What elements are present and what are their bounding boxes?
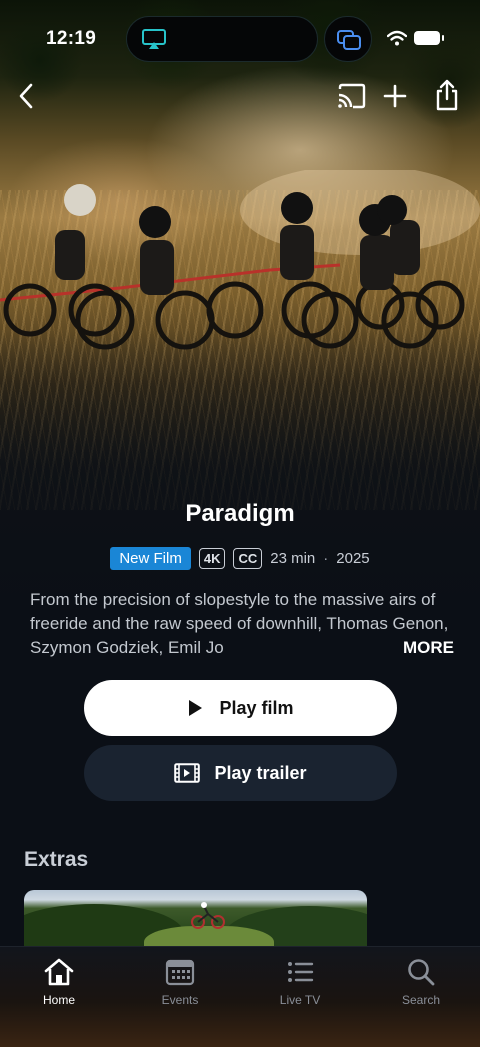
tab-events[interactable]: Events xyxy=(125,957,235,1007)
meta-separator: · xyxy=(323,549,329,567)
tab-search-label: Search xyxy=(401,993,441,1007)
calendar-icon xyxy=(165,959,195,986)
dynamic-island-secondary xyxy=(324,16,372,62)
quality-badge: 4K xyxy=(198,547,226,569)
new-film-badge: New Film xyxy=(110,546,191,570)
add-to-list-icon[interactable] xyxy=(382,82,408,110)
trailer-icon xyxy=(174,763,201,783)
top-navigation xyxy=(0,76,480,116)
film-title: Paradigm xyxy=(185,500,295,527)
cast-icon[interactable] xyxy=(336,82,366,110)
film-meta-row: New Film 4K CC 23 min · 2025 xyxy=(0,545,480,571)
dynamic-island xyxy=(126,16,318,62)
airplay-icon xyxy=(142,29,166,49)
play-icon xyxy=(189,700,203,716)
play-film-label: Play film xyxy=(219,697,294,718)
film-year: 2025 xyxy=(336,549,370,567)
tab-home[interactable]: Home xyxy=(4,957,114,1007)
tab-search[interactable]: Search xyxy=(366,957,476,1007)
share-icon[interactable] xyxy=(432,78,462,112)
more-button[interactable]: MORE xyxy=(381,636,454,660)
status-bar: 12:19 xyxy=(0,0,480,72)
home-icon xyxy=(44,958,74,986)
status-time: 12:19 xyxy=(46,28,97,49)
search-icon xyxy=(408,959,435,986)
captions-badge: CC xyxy=(233,547,263,569)
tab-bar: Home Events Live TV Search xyxy=(0,946,480,1047)
screen-mirroring-icon xyxy=(337,30,361,50)
battery-icon xyxy=(414,31,444,45)
tab-live-tv-label: Live TV xyxy=(279,993,321,1007)
tab-events-label: Events xyxy=(161,993,199,1007)
back-icon[interactable] xyxy=(14,78,40,114)
thumb-rider xyxy=(191,902,225,929)
play-film-button[interactable]: Play film xyxy=(84,680,397,736)
tab-live-tv[interactable]: Live TV xyxy=(245,957,355,1007)
play-trailer-label: Play trailer xyxy=(214,762,307,783)
play-trailer-button[interactable]: Play trailer xyxy=(84,745,397,801)
wifi-icon xyxy=(387,30,407,46)
tab-home-label: Home xyxy=(42,993,75,1007)
film-duration: 23 min xyxy=(270,549,316,567)
list-icon xyxy=(288,962,314,982)
extras-heading: Extras xyxy=(24,848,89,871)
film-description: From the precision of slopestyle to the … xyxy=(30,588,454,660)
